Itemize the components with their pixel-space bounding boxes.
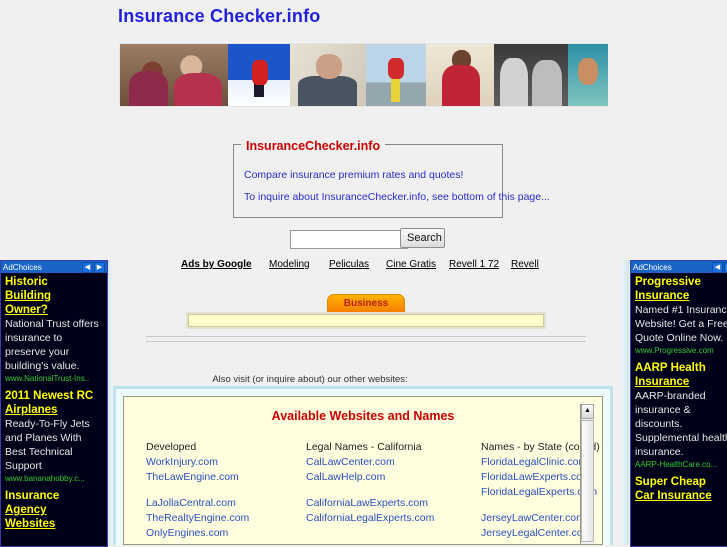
left-ad-headline-line3: Owner?: [5, 304, 48, 316]
website-link[interactable]: TheLawEngine.com: [146, 470, 306, 485]
swimmer-photo: [568, 44, 608, 106]
left-ad-url[interactable]: www.bananahobby.c...: [5, 474, 103, 483]
left-ad-headline-line1: 2011 Newest RC: [5, 390, 94, 402]
ads-by-google-row: Ads by Google Modeling Peliculas Cine Gr…: [181, 259, 551, 273]
website-link[interactable]: LaJollaCentral.com: [146, 496, 306, 511]
adchoices-label[interactable]: AdChoices: [3, 263, 42, 272]
scroll-up-arrow-icon[interactable]: ▲: [581, 404, 594, 419]
column-heading: Developed: [146, 441, 197, 453]
right-ad-headline[interactable]: AARP Health Insurance: [635, 361, 727, 389]
right-sidebar-edge: [621, 260, 629, 545]
right-ad-item[interactable]: Progressive Insurance Named #1 Insurance…: [631, 273, 727, 359]
next-arrow-icon[interactable]: ▶: [94, 261, 105, 273]
website-link[interactable]: CaliforniaLegalExperts.com: [306, 511, 481, 526]
senior-couple-photo: [120, 44, 228, 106]
skier-photo: [228, 44, 290, 106]
page-title: Insurance Checker.info: [118, 6, 321, 26]
cyclist-photo: [366, 44, 426, 106]
divider-rule-top: [146, 336, 586, 337]
adchoices-label[interactable]: AdChoices: [633, 263, 672, 272]
website-link[interactable]: CalLawCenter.com: [306, 455, 481, 470]
left-ad-headline-line1: Historic: [5, 276, 48, 288]
websites-title: Available Websites and Names: [271, 409, 455, 423]
website-link[interactable]: CaliforniaLawExperts.com: [306, 496, 481, 511]
info-line-compare: Compare insurance premium rates and quot…: [244, 169, 464, 181]
left-ad-body: National Trust offers insurance to prese…: [5, 318, 99, 372]
business-tab-bar: [188, 314, 544, 327]
left-ad-item[interactable]: Insurance Agency Websites: [1, 487, 107, 535]
websites-content-box: Available Websites and Names Developed W…: [123, 396, 603, 545]
right-ad-body: AARP-branded insurance & discounts. Supp…: [635, 390, 727, 458]
search-button[interactable]: Search: [400, 228, 445, 248]
left-ad-headline-line3: Websites: [5, 518, 56, 530]
right-ad-item[interactable]: Super Cheap Car Insurance: [631, 473, 727, 507]
websites-panel: Available Websites and Names Developed W…: [113, 386, 613, 545]
prev-arrow-icon[interactable]: ◀: [82, 261, 93, 273]
right-ad-headline-line2: Insurance: [635, 290, 690, 302]
visit-note: Also visit (or inquire about) our other …: [212, 374, 408, 385]
websites-panel-inner: Available Websites and Names Developed W…: [116, 389, 610, 545]
websites-column-developed: Developed WorkInjury.com TheLawEngine.co…: [146, 441, 306, 541]
right-ad-headline-line2: Car Insurance: [635, 490, 712, 502]
ad-link-peliculas[interactable]: Peliculas: [329, 259, 369, 270]
left-ad-item[interactable]: Historic Building Owner? National Trust …: [1, 273, 107, 387]
websites-column-legal-names-california: Legal Names - California CalLawCenter.co…: [306, 441, 481, 541]
man-reading-photo: [290, 44, 366, 106]
website-link[interactable]: CalLawHelp.com: [306, 470, 481, 485]
left-ad-item[interactable]: 2011 Newest RC Airplanes Ready-To-Fly Je…: [1, 387, 107, 487]
woman-in-red-photo: [426, 44, 494, 106]
websites-scrollbar[interactable]: ▲: [580, 404, 594, 544]
left-ad-body: Ready-To-Fly Jets and Planes With Best T…: [5, 418, 90, 472]
column-gap: [146, 485, 306, 496]
left-ad-headline[interactable]: Historic Building Owner?: [5, 275, 103, 317]
right-ad-headline-line1: AARP Health: [635, 362, 706, 374]
adchoices-nav-right: ◀ ▶: [712, 261, 727, 273]
prev-arrow-icon[interactable]: ◀: [712, 261, 723, 273]
right-ad-url[interactable]: AARP-HealthCare.co...: [635, 460, 727, 469]
bw-couple-photo: [494, 44, 568, 106]
website-link[interactable]: OnlyEngines.com: [146, 526, 306, 541]
business-tab[interactable]: Business: [327, 294, 405, 314]
info-line-inquire: To inquire about InsuranceChecker.info, …: [244, 191, 550, 203]
adchoices-bar-right: AdChoices ◀ ▶: [631, 261, 727, 273]
left-ad-headline-line1: Insurance: [5, 490, 60, 502]
right-ad-headline-line2: Insurance: [635, 376, 690, 388]
info-panel-legend: InsuranceChecker.info: [241, 139, 386, 153]
right-ad-body: Named #1 Insurance Website! Get a Free Q…: [635, 304, 727, 344]
right-ad-headline-line1: Super Cheap: [635, 476, 706, 488]
left-ad-headline[interactable]: Insurance Agency Websites: [5, 489, 103, 531]
left-ad-sidebar: AdChoices ◀ ▶ Historic Building Owner? N…: [0, 260, 108, 547]
column-gap: [306, 485, 481, 496]
right-ad-headline[interactable]: Super Cheap Car Insurance: [635, 475, 727, 503]
left-ad-headline-line2: Airplanes: [5, 404, 58, 416]
website-link[interactable]: TheRealtyEngine.com: [146, 511, 306, 526]
left-ad-headline-line2: Agency: [5, 504, 47, 516]
websites-columns: Developed WorkInjury.com TheLawEngine.co…: [124, 441, 602, 541]
column-heading: Legal Names - California: [306, 441, 422, 453]
info-panel: [233, 144, 503, 218]
right-ad-headline-line1: Progressive: [635, 276, 701, 288]
scrollbar-thumb[interactable]: [581, 420, 594, 542]
search-input[interactable]: [290, 230, 408, 249]
ads-by-google-label[interactable]: Ads by Google: [181, 259, 252, 270]
right-ad-url[interactable]: www.Progressive.com: [635, 346, 727, 355]
photo-banner: [119, 43, 608, 107]
left-ad-headline-line2: Building: [5, 290, 51, 302]
website-link[interactable]: WorkInjury.com: [146, 455, 306, 470]
right-ad-item[interactable]: AARP Health Insurance AARP-branded insur…: [631, 359, 727, 473]
divider-rule-bottom: [146, 341, 586, 342]
ad-link-revell[interactable]: Revell: [511, 259, 539, 270]
right-ad-sidebar: AdChoices ◀ ▶ Progressive Insurance Name…: [630, 260, 727, 547]
adchoices-bar-left: AdChoices ◀ ▶: [1, 261, 107, 273]
adchoices-nav-left: ◀ ▶: [82, 261, 105, 273]
left-ad-headline[interactable]: 2011 Newest RC Airplanes: [5, 389, 103, 417]
ad-link-cine-gratis[interactable]: Cine Gratis: [386, 259, 436, 270]
right-ad-headline[interactable]: Progressive Insurance: [635, 275, 727, 303]
ad-link-revell-1-72[interactable]: Revell 1 72: [449, 259, 499, 270]
ad-link-modeling[interactable]: Modeling: [269, 259, 310, 270]
